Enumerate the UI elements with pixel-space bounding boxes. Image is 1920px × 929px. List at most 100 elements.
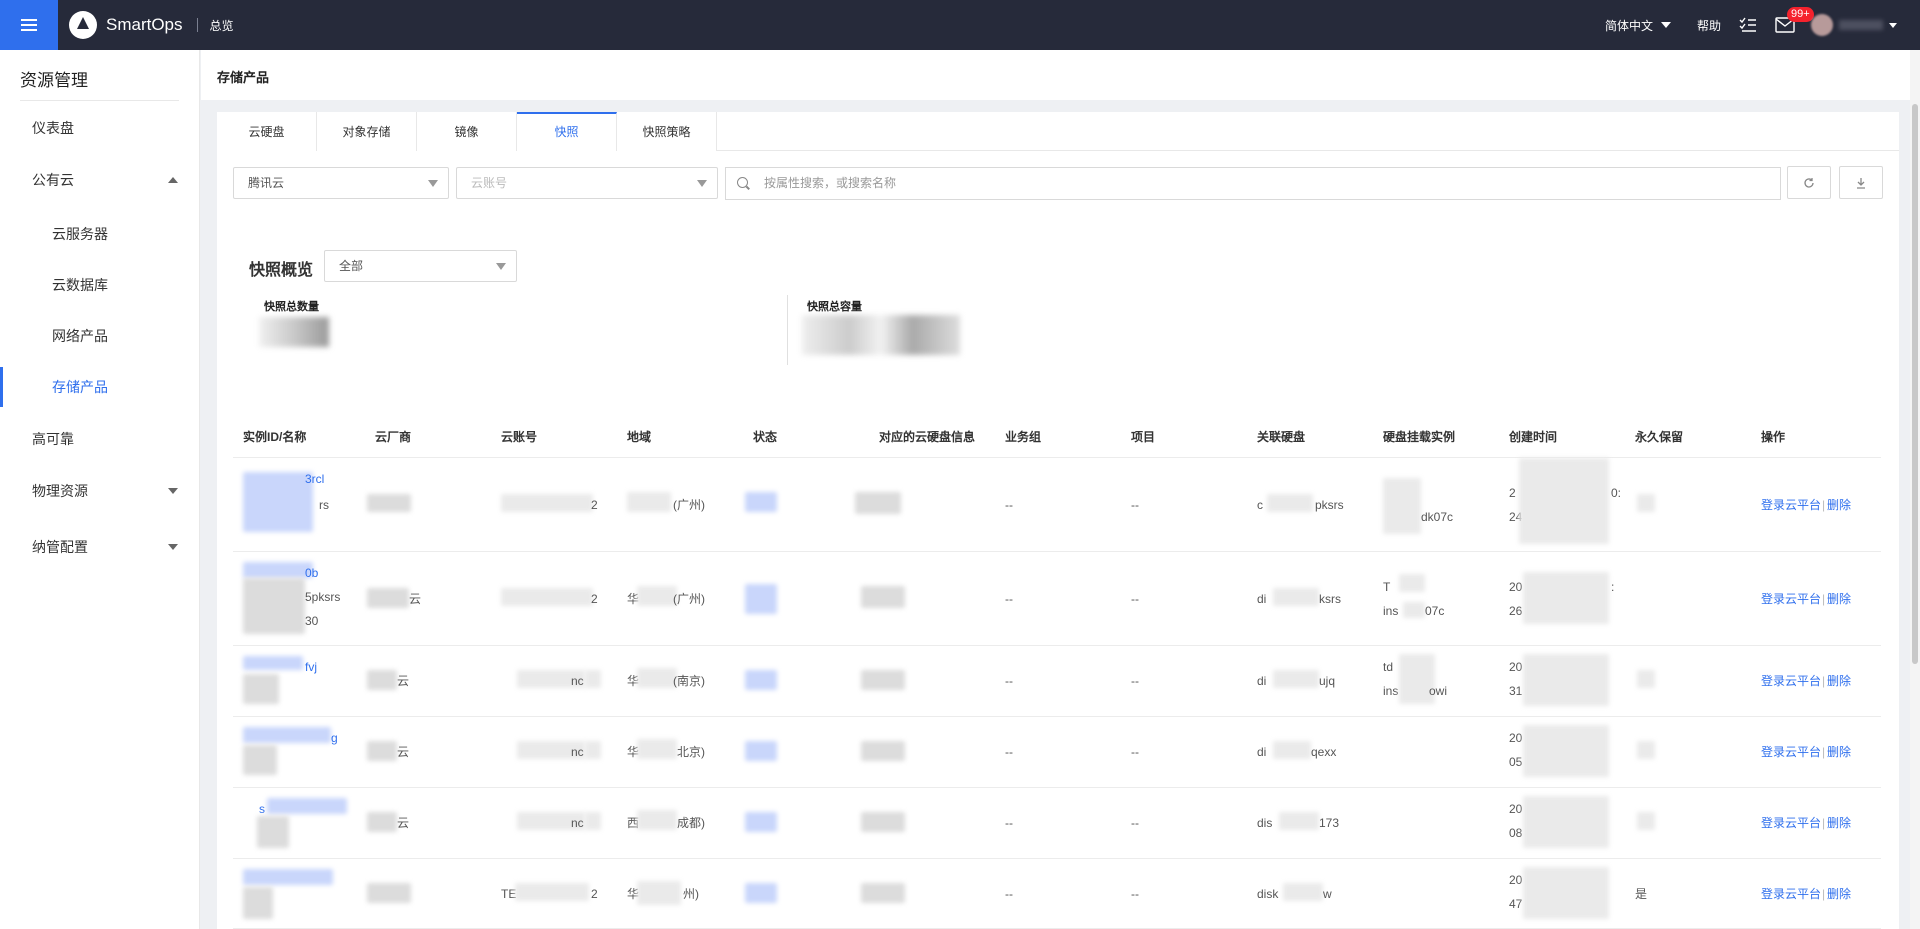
created-time-line2: 47: [1509, 897, 1523, 911]
redacted-block: [1403, 602, 1425, 618]
chevron-down-icon: [697, 180, 707, 187]
redacted-block: [267, 798, 347, 814]
account-cell: nc: [571, 816, 584, 830]
refresh-button[interactable]: [1787, 166, 1831, 199]
sidebar-item-cloud-server[interactable]: 云服务器: [0, 214, 200, 254]
overview-scope-select[interactable]: 全部: [324, 250, 517, 282]
sidebar-item-cloud-database[interactable]: 云数据库: [0, 265, 200, 305]
bizgroup-cell: --: [1005, 674, 1013, 688]
mount-instance-line2: ins: [1383, 604, 1399, 618]
mount-instance-line1: T: [1383, 580, 1391, 594]
redacted-block: [1383, 478, 1421, 534]
col-permanent: 永久保留: [1635, 430, 1684, 444]
action-separator: |: [1822, 887, 1826, 901]
delete-button[interactable]: 删除: [1827, 741, 1851, 763]
table-header: 实例ID/名称 云厂商 云账号 地域 状态 对应的云硬盘信息 业务组 项目 关联…: [233, 410, 1881, 458]
page-scrollbar[interactable]: [1910, 50, 1920, 929]
tab-snapshot-policy[interactable]: 快照策略: [617, 112, 717, 151]
avatar[interactable]: [1811, 14, 1833, 36]
overview-title: 快照概览: [249, 262, 314, 279]
task-list-icon[interactable]: [1739, 17, 1757, 33]
redacted-block: [585, 812, 601, 830]
chevron-up-icon: [168, 177, 178, 183]
provider-value: 腾讯云: [248, 176, 285, 190]
disk-prefix: c: [1257, 498, 1263, 512]
snapshot-count-value-redacted: [259, 317, 329, 347]
sidebar-item-storage[interactable]: 存储产品: [0, 367, 200, 407]
delete-button[interactable]: 删除: [1827, 670, 1851, 692]
redacted-block: [637, 881, 681, 905]
download-button[interactable]: [1839, 166, 1883, 199]
tab-cloud-disk[interactable]: 云硬盘: [217, 112, 317, 151]
login-cloud-button[interactable]: 登录云平台: [1761, 588, 1821, 610]
snapshot-count-label: 快照总数量: [264, 301, 319, 313]
redacted-block: [1273, 670, 1319, 688]
page-header: 存储产品: [201, 50, 1920, 100]
instance-id-link[interactable]: fvj: [305, 656, 317, 678]
search-icon: [737, 177, 748, 188]
status-redacted: [745, 670, 777, 690]
content-card: 云硬盘 对象存储 镜像 快照 快照策略 腾讯云 云账号 按属性搜索，或搜索名称 …: [217, 112, 1899, 929]
col-id-name: 实例ID/名称: [243, 430, 307, 444]
instance-id-link[interactable]: 3rcl: [305, 468, 324, 490]
tab-object-storage[interactable]: 对象存储: [317, 112, 417, 151]
project-cell: --: [1131, 674, 1139, 688]
redacted-block: [1637, 812, 1655, 830]
menu-icon[interactable]: [0, 0, 58, 50]
col-project: 项目: [1131, 430, 1156, 444]
delete-button[interactable]: 删除: [1827, 494, 1851, 516]
created-time-line1: 20: [1509, 873, 1523, 887]
sidebar-item-dashboard[interactable]: 仪表盘: [0, 108, 200, 148]
col-mount-instance: 硬盘挂载实例: [1383, 430, 1456, 444]
delete-button[interactable]: 删除: [1827, 812, 1851, 834]
linked-disk-cell: 173: [1319, 816, 1340, 830]
status-redacted: [745, 883, 777, 903]
sidebar-item-network[interactable]: 网络产品: [0, 316, 200, 356]
action-separator: |: [1822, 592, 1826, 606]
nav-overview[interactable]: 总览: [210, 17, 234, 34]
tab-image[interactable]: 镜像: [417, 112, 517, 151]
created-time-line1: 20: [1509, 802, 1523, 816]
table-row: fvj 云 nc 华 (南京) -- -- di ujq td ins owi …: [233, 646, 1881, 717]
language-select[interactable]: 简体中文: [1605, 17, 1671, 34]
login-cloud-button[interactable]: 登录云平台: [1761, 494, 1821, 516]
mail-button[interactable]: 99+: [1775, 7, 1814, 33]
linked-disk-cell: ujq: [1319, 674, 1336, 688]
instance-name: rs: [319, 498, 329, 512]
created-time-line2: 31: [1509, 684, 1523, 698]
instance-id-link[interactable]: 0b: [305, 562, 318, 584]
sidebar-item-physical[interactable]: 物理资源: [0, 471, 200, 511]
sidebar-title: 资源管理: [20, 71, 88, 90]
delete-button[interactable]: 删除: [1827, 883, 1851, 905]
redacted-block: [243, 887, 273, 919]
sidebar-item-public-cloud[interactable]: 公有云: [0, 160, 200, 200]
sidebar-divider: [20, 100, 179, 101]
login-cloud-button[interactable]: 登录云平台: [1761, 812, 1821, 834]
provider-select[interactable]: 腾讯云: [233, 167, 449, 199]
account-select[interactable]: 云账号: [456, 167, 718, 199]
login-cloud-button[interactable]: 登录云平台: [1761, 741, 1821, 763]
delete-button[interactable]: 删除: [1827, 588, 1851, 610]
col-provider: 云厂商: [375, 430, 412, 444]
redacted-block: [855, 492, 901, 514]
table-row: 3rcl rs 2 (广州) -- -- c pksrs dk07c 2 24 …: [233, 458, 1881, 552]
sidebar-item-high-availability[interactable]: 高可靠: [0, 419, 200, 459]
chevron-down-icon: [168, 488, 178, 494]
scroll-thumb[interactable]: [1912, 104, 1918, 664]
redacted-block: [1523, 725, 1609, 777]
help-link[interactable]: 帮助: [1697, 17, 1721, 34]
login-cloud-button[interactable]: 登录云平台: [1761, 883, 1821, 905]
chevron-down-icon[interactable]: [1889, 22, 1897, 28]
app-logo[interactable]: SmartOps: [69, 11, 183, 39]
tab-snapshot[interactable]: 快照: [517, 112, 617, 151]
instance-id-link[interactable]: g: [331, 727, 338, 749]
search-input[interactable]: 按属性搜索，或搜索名称: [725, 167, 1781, 200]
sidebar-item-managed-config[interactable]: 纳管配置: [0, 527, 200, 567]
table-row: s 云 nc 西 成都) -- -- dis 173 20 08 登录云平台 |…: [233, 788, 1881, 859]
account-cell: 2: [591, 498, 598, 512]
bizgroup-cell: --: [1005, 816, 1013, 830]
redacted-block: [243, 656, 303, 670]
snapshot-capacity-label: 快照总容量: [807, 301, 862, 313]
login-cloud-button[interactable]: 登录云平台: [1761, 670, 1821, 692]
action-separator: |: [1822, 498, 1826, 512]
